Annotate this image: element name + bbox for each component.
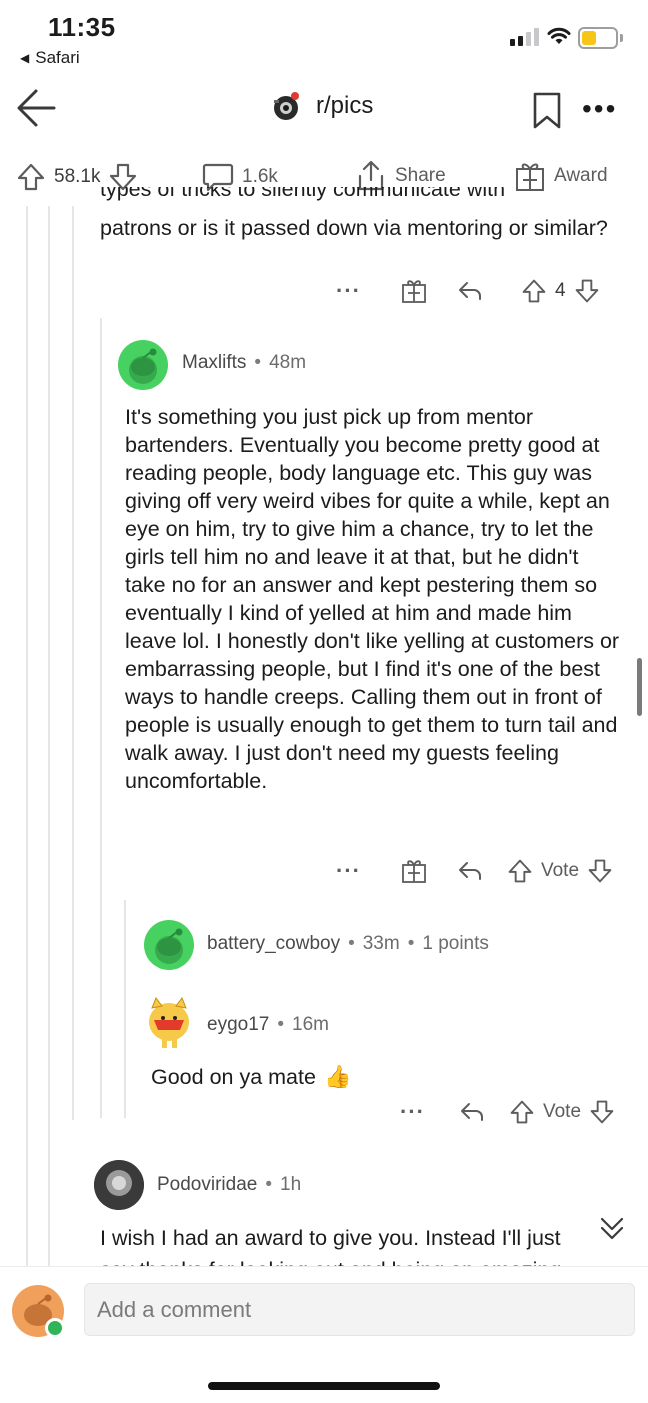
upvote-icon[interactable] xyxy=(16,162,46,192)
comment-text: Good on ya mate xyxy=(151,1065,316,1089)
thread-line-level-1 xyxy=(26,205,28,1270)
battery-tip xyxy=(620,34,623,42)
downvote-icon[interactable] xyxy=(574,278,600,304)
comment-meta: Podoviridae • 1h xyxy=(157,1174,301,1196)
avatar[interactable] xyxy=(144,992,194,1050)
thread-line-level-5 xyxy=(124,900,126,1118)
parent-comment-actions: ··· 4 xyxy=(336,278,600,304)
back-app-label: Safari xyxy=(35,48,80,67)
online-status-dot xyxy=(45,1318,65,1338)
double-chevron-down-icon xyxy=(600,1217,624,1240)
meta-separator: • xyxy=(265,1174,272,1195)
vote-label: Vote xyxy=(542,1101,582,1122)
parent-comment-clipped-line: types of tricks to silently communicate … xyxy=(100,187,506,201)
back-to-safari[interactable]: ◀ Safari xyxy=(20,48,80,68)
action-bar-divider xyxy=(0,202,648,206)
comment-actions: ··· Vote xyxy=(400,1099,615,1125)
scrollbar[interactable] xyxy=(637,658,642,716)
comment-text-row: Good on ya mate 👍 xyxy=(151,1063,351,1091)
thread-line-level-2 xyxy=(48,205,50,1270)
parent-comment-text: patrons or is it passed down via mentori… xyxy=(100,216,608,240)
downvote-icon[interactable] xyxy=(589,1099,615,1125)
avatar[interactable] xyxy=(118,340,168,390)
award-label: Award xyxy=(554,165,608,186)
meta-separator: • xyxy=(254,352,262,373)
comment-actions: ··· Vote xyxy=(336,858,613,884)
reply-icon[interactable] xyxy=(459,1099,485,1125)
arrow-left-icon[interactable] xyxy=(14,86,58,130)
comment-text: I wish I had an award to give you. Inste… xyxy=(100,1226,561,1250)
status-time: 11:35 xyxy=(48,12,116,42)
avatar[interactable] xyxy=(94,1160,144,1210)
thread-line-level-4 xyxy=(100,318,102,1118)
comment-points: 1 points xyxy=(422,933,489,954)
home-indicator[interactable] xyxy=(208,1382,440,1390)
comment-age: 16m xyxy=(292,1014,329,1035)
post-score: 58.1k xyxy=(54,166,101,187)
comment-meta: Maxlifts • 48m xyxy=(182,352,306,374)
comment-age: 33m xyxy=(362,933,400,954)
gift-icon[interactable] xyxy=(401,278,427,304)
gift-icon[interactable] xyxy=(401,858,427,884)
comment-more-icon[interactable]: ··· xyxy=(400,1099,425,1125)
comment-meta: eygo17 • 16m xyxy=(207,1014,329,1036)
photo-avatar-icon xyxy=(94,1160,144,1210)
upvote-icon[interactable] xyxy=(509,1099,535,1125)
subreddit-name: r/pics xyxy=(316,92,374,119)
back-triangle-icon: ◀ xyxy=(20,51,30,65)
battery-icon xyxy=(578,27,618,49)
wifi-icon xyxy=(547,27,571,44)
comment-age: 1h xyxy=(280,1174,302,1195)
comment-more-icon[interactable]: ··· xyxy=(336,858,361,884)
comment-count: 1.6k xyxy=(242,166,278,187)
share-label: Share xyxy=(395,165,446,186)
downvote-icon[interactable] xyxy=(587,858,613,884)
comment-more-icon[interactable]: ··· xyxy=(336,278,361,304)
more-options-icon[interactable]: ••• xyxy=(582,95,617,123)
snoo-avatar-icon xyxy=(129,348,157,384)
subreddit-icon xyxy=(274,92,299,120)
reply-icon[interactable] xyxy=(457,278,483,304)
snoo-avatar-icon xyxy=(155,928,183,964)
parent-comment-score: 4 xyxy=(554,280,566,301)
comment-age: 48m xyxy=(269,352,307,373)
meta-separator: • xyxy=(407,933,415,954)
tiger-avatar-icon xyxy=(149,996,189,1048)
comment-username[interactable]: Maxlifts xyxy=(182,352,246,374)
subreddit-title[interactable]: r/pics xyxy=(268,88,373,124)
comment-username[interactable]: Podoviridae xyxy=(157,1174,257,1196)
comment-username[interactable]: battery_cowboy xyxy=(207,933,340,955)
meta-separator: • xyxy=(348,933,355,954)
thumbs-up-emoji: 👍 xyxy=(323,1064,352,1089)
comment-meta: battery_cowboy • 33m • 1 points xyxy=(207,933,489,955)
upvote-icon[interactable] xyxy=(507,858,533,884)
upvote-icon[interactable] xyxy=(521,278,547,304)
reply-icon[interactable] xyxy=(457,858,483,884)
comment-username[interactable]: eygo17 xyxy=(207,1014,269,1036)
next-comment-button[interactable] xyxy=(588,1205,636,1253)
comment-input[interactable]: Add a comment xyxy=(84,1283,635,1336)
thread-line-level-3 xyxy=(72,205,74,1120)
vote-label: Vote xyxy=(540,860,580,881)
cellular-signal-icon xyxy=(510,28,539,46)
meta-separator: • xyxy=(277,1014,284,1035)
avatar[interactable] xyxy=(144,920,194,970)
comment-text: It's something you just pick up from men… xyxy=(125,405,620,793)
bookmark-icon[interactable] xyxy=(533,92,561,130)
